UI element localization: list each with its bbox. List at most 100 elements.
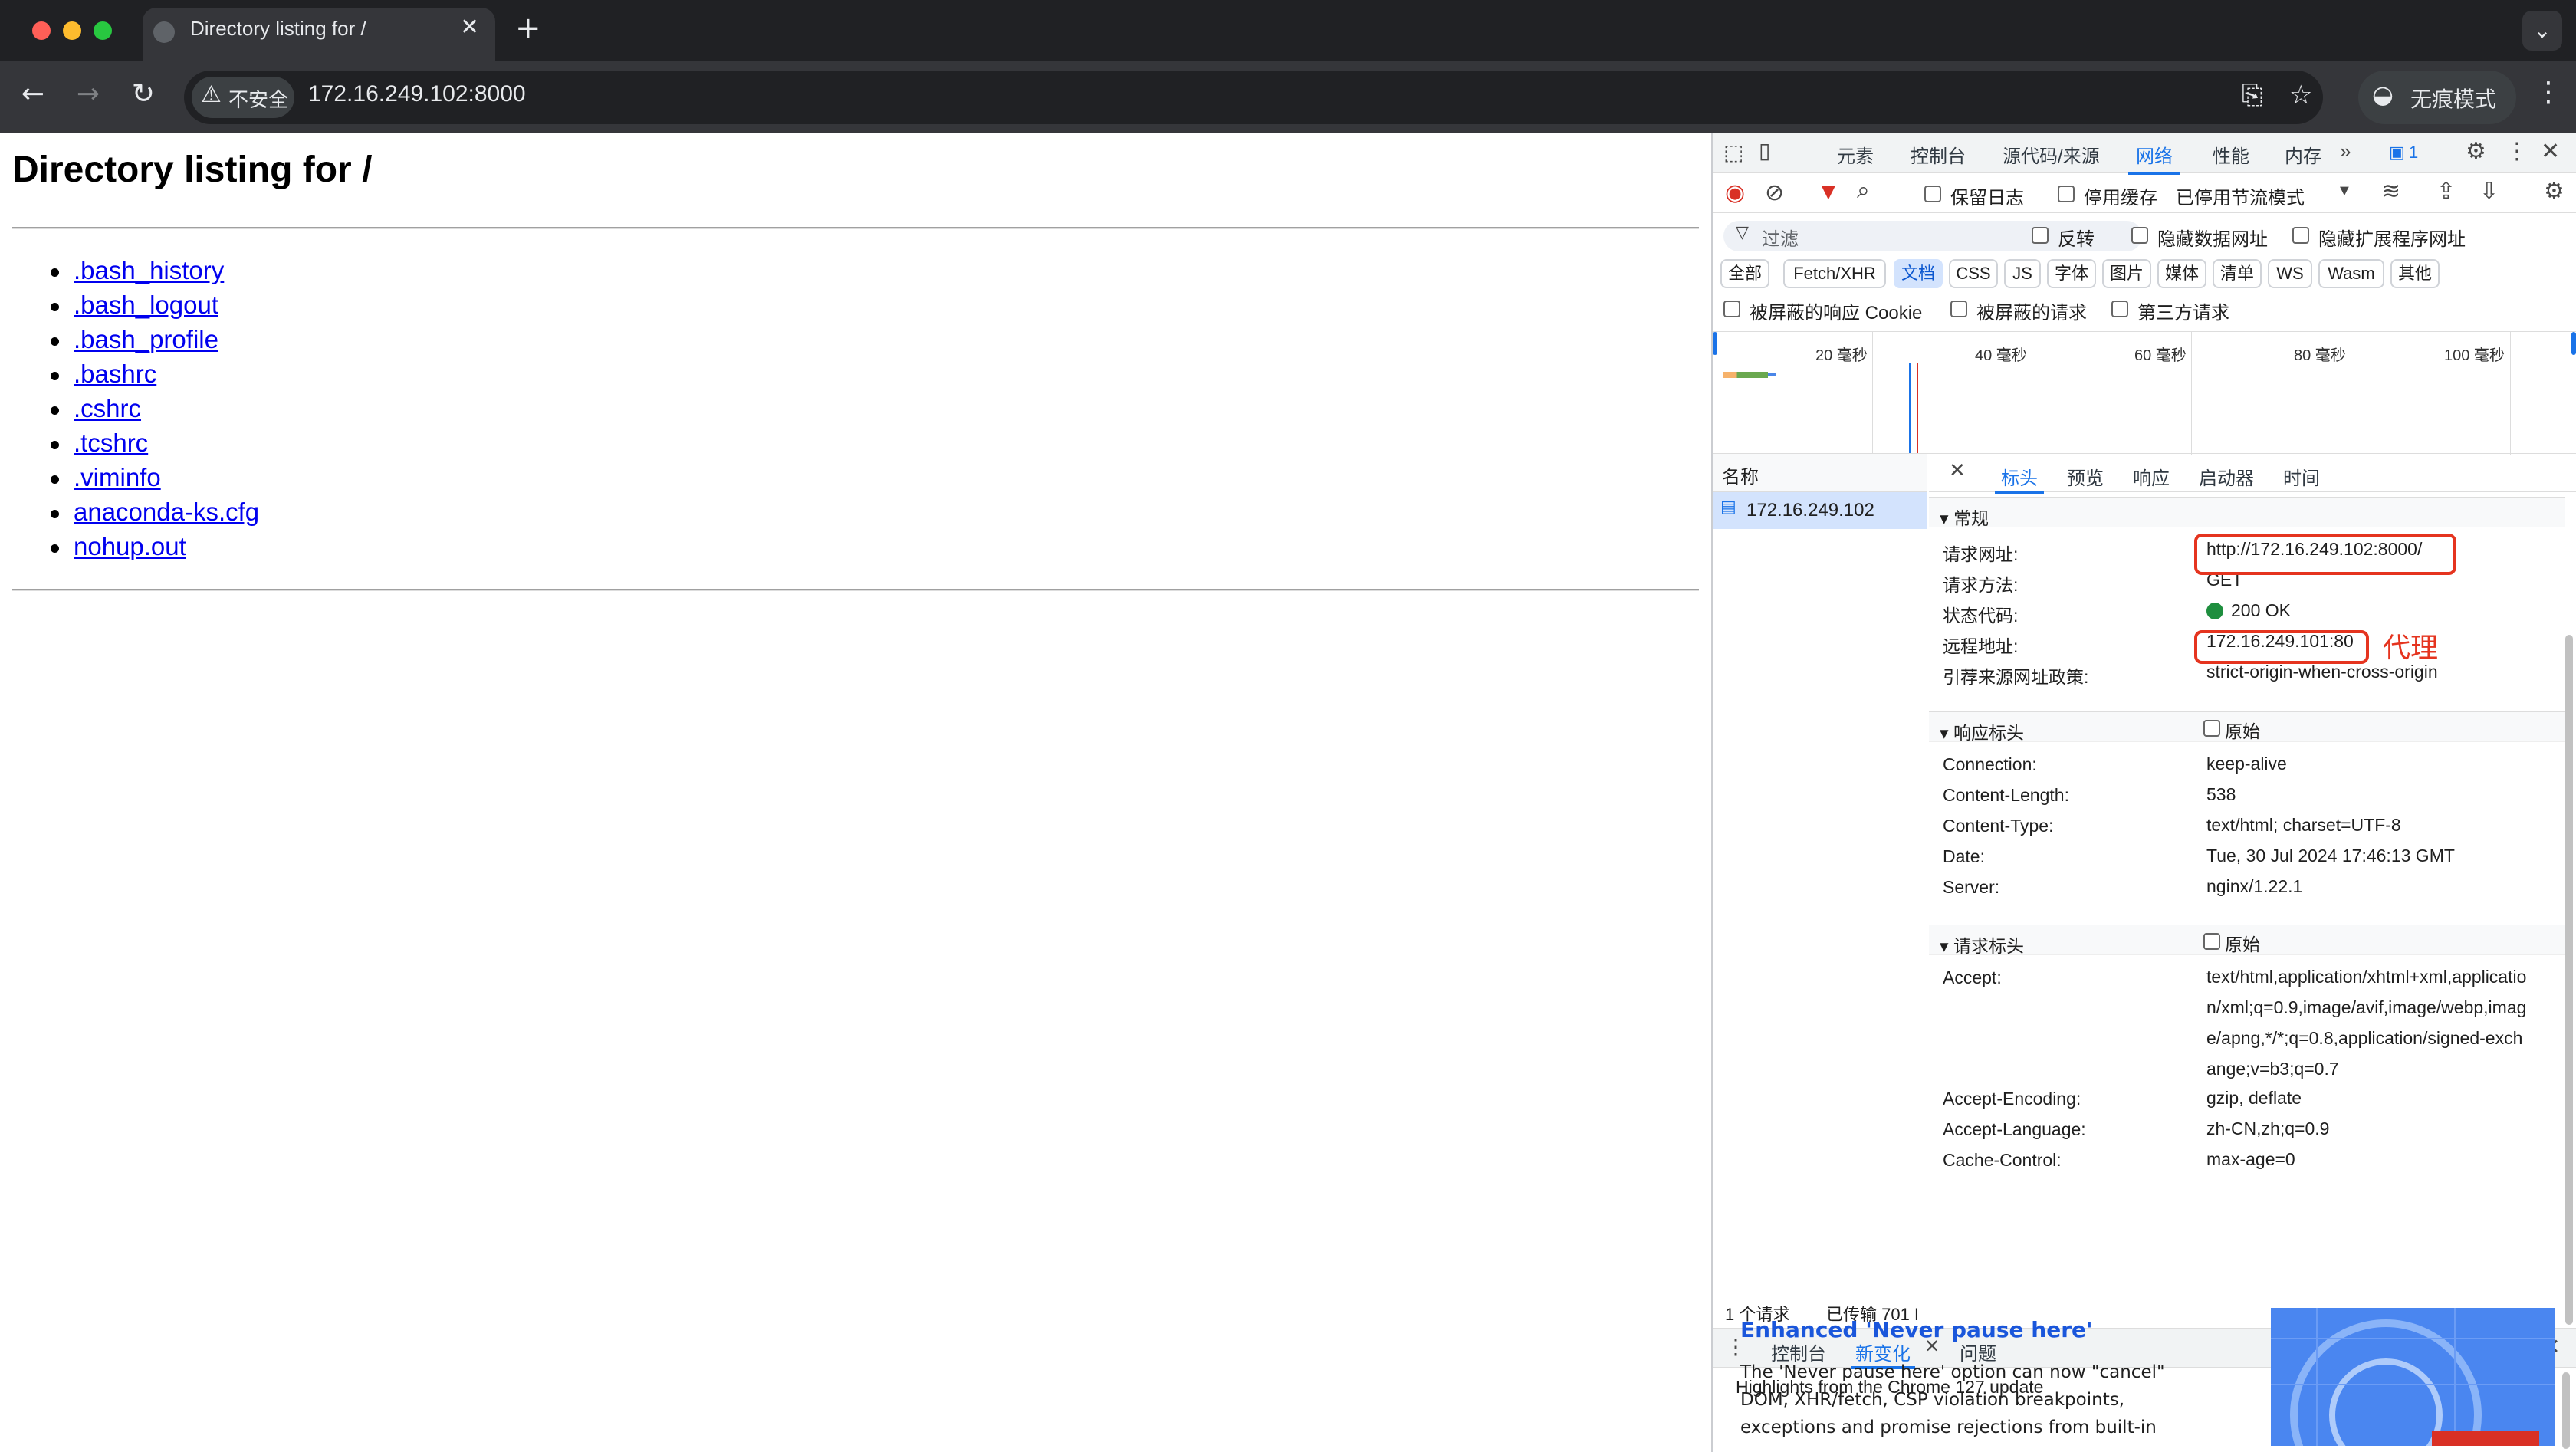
drawer-tab-issues[interactable]: 问题 [1960,1339,1996,1365]
type-filter-img[interactable]: 图片 [2102,259,2151,288]
drawer-menu-icon[interactable]: ⋮ [1725,1334,1746,1359]
type-filter-all[interactable]: 全部 [1720,259,1769,288]
drawer-scrollbar[interactable] [2562,1372,2570,1449]
type-filter-ws[interactable]: WS [2268,259,2312,288]
zoom-window-button[interactable] [94,21,112,40]
devtools-menu-icon[interactable]: ⋮ [2505,138,2528,165]
tab-title: Directory listing for / [190,17,366,40]
hide-data-urls-checkbox[interactable] [2131,227,2148,244]
file-link[interactable]: .viminfo [50,463,259,498]
response-raw-checkbox[interactable] [2203,720,2220,737]
detail-scrollbar[interactable] [2565,635,2573,1325]
translate-icon[interactable]: ⎘ [2242,80,2262,110]
download-icon[interactable]: ⇩ [2479,178,2499,205]
minimize-window-button[interactable] [63,21,81,40]
file-link[interactable]: .cshrc [50,394,259,429]
type-filter-wasm[interactable]: Wasm [2318,259,2384,288]
reload-icon[interactable]: ↻ [124,78,163,110]
close-devtools-icon[interactable]: ✕ [2541,138,2560,165]
network-overview[interactable]: 20 毫秒 40 毫秒 60 毫秒 80 毫秒 100 毫秒 [1713,331,2576,455]
blocked-requests-checkbox[interactable] [1950,301,1967,317]
tab-elements[interactable]: 元素 [1837,141,1874,168]
hide-ext-urls-label: 隐藏扩展程序网址 [2318,229,2466,250]
type-filter-css[interactable]: CSS [1949,259,1998,288]
preserve-log-label: 保留日志 [1950,188,2024,209]
bookmark-star-icon[interactable]: ☆ [2289,80,2312,110]
type-filter-manifest[interactable]: 清单 [2213,259,2262,288]
close-detail-icon[interactable]: ✕ [1949,458,1966,482]
drawer-tab-console[interactable]: 控制台 [1771,1339,1826,1365]
file-link[interactable]: anaconda-ks.cfg [50,498,259,532]
blocked-cookies-checkbox[interactable] [1723,301,1740,317]
close-whats-new-icon[interactable]: ✕ [1924,1335,1940,1358]
disable-cache-checkbox[interactable] [2058,186,2075,202]
third-party-label: 第三方请求 [2137,303,2229,324]
transferred-size: 已传输 701 I [1826,1305,1920,1324]
inspect-element-icon[interactable]: ⬚ [1723,140,1743,165]
tab-response[interactable]: 响应 [2133,463,2170,490]
close-window-button[interactable] [32,21,51,40]
tab-memory[interactable]: 内存 [2285,141,2321,168]
browser-menu-icon[interactable]: ⋮ [2535,77,2562,108]
file-link[interactable]: .bash_profile [50,325,259,360]
throttling-select[interactable]: 已停用节流模式 [2176,182,2305,209]
hide-ext-urls-checkbox[interactable] [2292,227,2309,244]
file-link[interactable]: nohup.out [50,532,259,567]
forward-icon[interactable]: → [69,78,107,110]
tab-preview[interactable]: 预览 [2067,463,2104,490]
header-value: gzip, deflate [2206,1088,2302,1108]
response-headers-section-header[interactable]: ▾ 响应标头 原始 [1929,711,2565,743]
header-key: Content-Type: [1943,816,2054,836]
url-text[interactable]: 172.16.249.102:8000 [308,81,526,107]
new-tab-button[interactable]: + [515,11,541,46]
close-drawer-icon[interactable]: ✕ [2542,1334,2560,1359]
tab-close-icon[interactable]: ✕ [460,14,479,41]
header-key: Date: [1943,846,1985,866]
file-link[interactable]: .bashrc [50,360,259,394]
tab-list-button[interactable]: ⌄ [2522,11,2562,51]
tab-console[interactable]: 控制台 [1911,141,1966,168]
issues-icon[interactable]: ▣ [2389,143,2405,163]
general-section-header[interactable]: ▾ 常规 [1929,497,2565,528]
overview-left-handle[interactable] [1713,332,1717,355]
file-link[interactable]: .bash_history [50,256,259,291]
third-party-checkbox[interactable] [2111,301,2128,317]
drawer-tab-whats-new[interactable]: 新变化 [1851,1339,1915,1369]
type-filter-fetch-xhr[interactable]: Fetch/XHR [1783,259,1886,288]
file-link[interactable]: .tcshrc [50,429,259,463]
request-headers-section-header[interactable]: ▾ 请求标头 原始 [1929,925,2565,956]
type-filter-font[interactable]: 字体 [2047,259,2096,288]
record-stop-icon[interactable]: ◉ [1725,179,1745,206]
type-filter-other[interactable]: 其他 [2390,259,2440,288]
type-filter-doc[interactable]: 文档 [1894,259,1943,288]
invert-checkbox[interactable] [2032,227,2049,244]
more-tabs-icon[interactable]: » [2340,140,2351,163]
network-settings-icon[interactable]: ⚙ [2544,178,2564,205]
type-filter-media[interactable]: 媒体 [2157,259,2206,288]
preserve-log-checkbox[interactable] [1924,186,1941,202]
header-value: text/html,application/xhtml+xml,applicat… [2206,967,2527,1079]
settings-gear-icon[interactable]: ⚙ [2466,138,2486,165]
filter-funnel-icon[interactable]: ▼ [1817,179,1840,205]
network-conditions-icon[interactable]: ≋ [2381,178,2400,205]
tab-initiator[interactable]: 启动器 [2199,463,2254,490]
tab-network[interactable]: 网络 [2128,141,2180,175]
back-icon[interactable]: ← [14,78,52,110]
header-value: Tue, 30 Jul 2024 17:46:13 GMT [2206,846,2455,866]
tab-headers[interactable]: 标头 [1995,463,2044,494]
request-name[interactable]: 172.16.249.102 [1746,500,1875,521]
device-toolbar-icon[interactable]: ▯ [1759,138,1770,163]
clear-icon[interactable]: ⊘ [1765,179,1784,206]
request-raw-checkbox[interactable] [2203,933,2220,950]
upload-icon[interactable]: ⇪ [2436,178,2456,205]
file-link[interactable]: .bash_logout [50,291,259,325]
search-icon[interactable]: ⌕ [1857,178,1870,204]
chevron-down-icon[interactable]: ▼ [2337,182,2352,200]
overview-right-handle[interactable] [2571,332,2576,355]
tab-sources[interactable]: 源代码/来源 [2003,141,2100,168]
tab-timing[interactable]: 时间 [2283,463,2320,490]
tab-performance[interactable]: 性能 [2213,141,2249,168]
type-filter-js[interactable]: JS [2004,259,2041,288]
blocked-cookies-label: 被屏蔽的响应 Cookie [1750,303,1923,324]
issues-count[interactable]: 1 [2409,143,2418,163]
